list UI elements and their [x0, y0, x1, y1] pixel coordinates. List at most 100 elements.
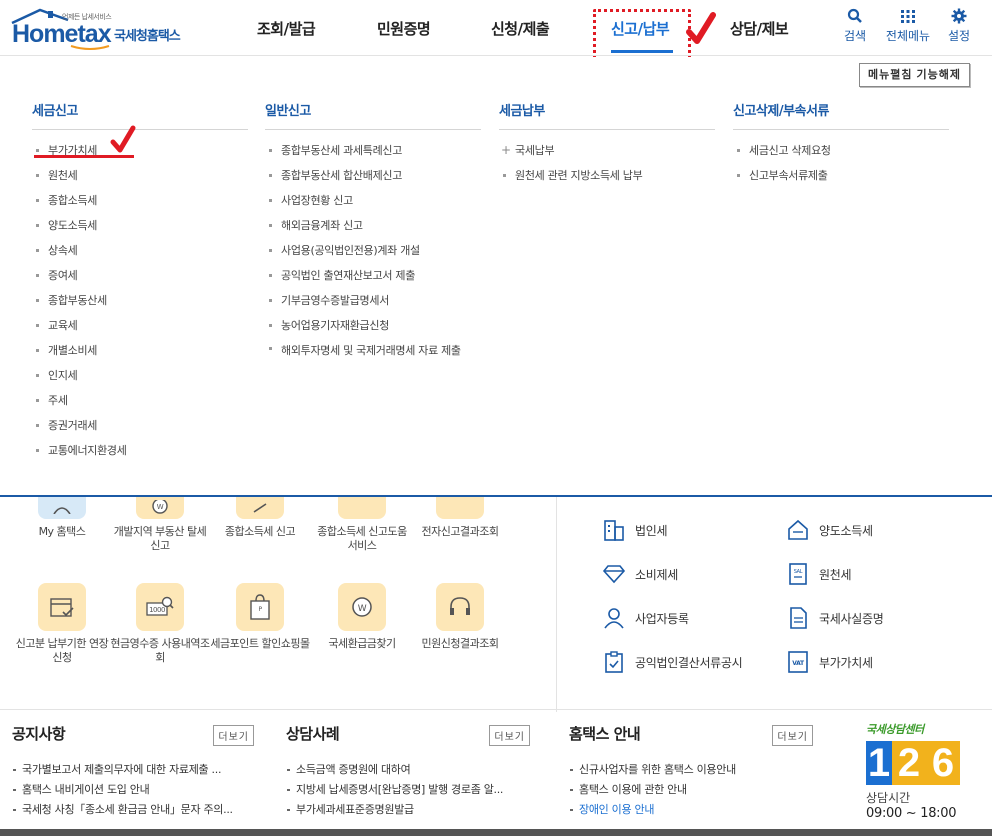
service-dev-area-report[interactable]: W 개발지역 부동산 탈세신고	[110, 497, 210, 553]
tax-corporate[interactable]: 법인세	[601, 517, 668, 543]
menu-item-vat[interactable]: 부가가치세	[32, 138, 248, 163]
house-icon	[785, 517, 811, 543]
board-item[interactable]: 지방세 납세증명서[완납증명] 발행 경로좀 알...	[286, 780, 530, 800]
service-label: 전자신고결과조회	[421, 525, 499, 538]
menu-item[interactable]: 세금신고 삭제요청	[733, 138, 949, 163]
menu-item[interactable]: 상속세	[32, 238, 248, 263]
menu-item[interactable]: 원천세 관련 지방소득세 납부	[499, 163, 715, 188]
active-tab-indicator	[611, 50, 673, 53]
tax-transfer-income[interactable]: 양도소득세	[785, 517, 873, 543]
board-item-accessibility[interactable]: 장애인 이용 안내	[569, 800, 813, 820]
search-label: 검색	[843, 29, 867, 43]
service-my-hometax[interactable]: My 홈택스	[12, 497, 112, 539]
board-item[interactable]: 부가세과세표준증명원발급	[286, 800, 530, 820]
board-item[interactable]: 국가별보고서 제출의무자에 대한 자료제출 ...	[12, 760, 254, 780]
gnb-consult[interactable]: 상담/제보	[730, 18, 789, 39]
divider	[0, 709, 992, 710]
footer-bar	[0, 829, 992, 836]
center-number: 1 2 6	[866, 741, 976, 785]
menu-item[interactable]: 공익법인 출연재산보고서 제출	[265, 263, 481, 288]
service-label: 세금포인트 할인쇼핑몰	[210, 637, 310, 650]
menu-item[interactable]: 국세납부	[499, 138, 715, 163]
logo-agency: 국세청홈택스	[114, 29, 181, 44]
menu-item[interactable]: 종합부동산세 과세특례신고	[265, 138, 481, 163]
board-item[interactable]: 홈택스 이용에 관한 안내	[569, 780, 813, 800]
menu-item[interactable]: 개별소비세	[32, 338, 248, 363]
divider	[556, 497, 557, 712]
gear-icon	[951, 8, 967, 24]
menu-item[interactable]: 교통에너지환경세	[32, 438, 248, 463]
gnb-apply[interactable]: 신청/제출	[491, 18, 550, 39]
menu-item[interactable]: 종합부동산세	[32, 288, 248, 313]
svg-text:W: W	[358, 604, 367, 614]
tax-business-registration[interactable]: 사업자등록	[601, 605, 689, 631]
grid-icon	[901, 10, 915, 23]
service-income-tax-help[interactable]: 종합소득세 신고도움 서비스	[312, 497, 412, 553]
all-menu-button[interactable]: 전체메뉴	[882, 8, 934, 44]
tax-consumption[interactable]: 소비제세	[601, 561, 678, 587]
won-coin-icon: W	[136, 497, 184, 519]
menu-item[interactable]: 해외투자명세 및 국제거래명세 자료 제출	[265, 338, 465, 363]
service-tax-point-mall[interactable]: P 세금포인트 할인쇼핑몰	[210, 583, 310, 651]
service-label: My 홈택스	[38, 525, 86, 538]
clipboard-icon	[601, 649, 627, 675]
menu-item[interactable]: 신고부속서류제출	[733, 163, 949, 188]
search-button[interactable]: 검색	[842, 8, 868, 44]
hometax-logo[interactable]: 언제든 납세서비스 Hometax 국세청홈택스	[10, 8, 200, 50]
menu-item[interactable]: 종합소득세	[32, 188, 248, 213]
menu-item[interactable]: 농어업용기자재환급신청	[265, 313, 481, 338]
menu-item[interactable]: 증권거래세	[32, 413, 248, 438]
more-button[interactable]: 더보기	[213, 725, 254, 746]
board-item[interactable]: 신규사업자를 위한 홈택스 이용안내	[569, 760, 813, 780]
menu-item[interactable]: 사업장현황 신고	[265, 188, 481, 213]
header: 언제든 납세서비스 Hometax 국세청홈택스 조회/발급 민원증명 신청/제…	[0, 0, 992, 65]
menu-item[interactable]: 종합부동산세 합산배제신고	[265, 163, 481, 188]
settings-button[interactable]: 설정	[946, 8, 972, 44]
monitor-icon	[436, 497, 484, 519]
board-item[interactable]: 홈택스 내비게이션 도입 안내	[12, 780, 254, 800]
menu-item[interactable]: 기부금영수증발급명세서	[265, 288, 481, 313]
menu-column-title: 세금신고	[32, 100, 248, 130]
tax-label: 소비제세	[635, 567, 678, 582]
service-label: 종합소득세 신고	[224, 525, 296, 538]
search-icon	[847, 8, 862, 23]
menu-column-general-report: 일반신고 종합부동산세 과세특례신고 종합부동산세 합산배제신고 사업장현황 신…	[265, 100, 481, 363]
receipt-search-icon: 1000	[136, 583, 184, 631]
more-button[interactable]: 더보기	[772, 725, 813, 746]
menu-item[interactable]: 주세	[32, 388, 248, 413]
tax-withholding[interactable]: SAL 원천세	[785, 561, 852, 587]
service-deadline-extension[interactable]: 신고분 납부기한 연장 신청	[12, 583, 112, 665]
hours-label: 상담시간	[866, 791, 911, 805]
menu-item[interactable]: 양도소득세	[32, 213, 248, 238]
refund-coin-icon: W	[338, 583, 386, 631]
gnb-inquiry[interactable]: 조회/발급	[257, 18, 316, 39]
menu-item[interactable]: 증여세	[32, 263, 248, 288]
service-e-report-result[interactable]: 전자신고결과조회	[410, 497, 510, 539]
service-label: 국세환급금찾기	[328, 637, 396, 650]
menu-item[interactable]: 사업용(공익법인전용)계좌 개설	[265, 238, 481, 263]
service-cash-receipt[interactable]: 1000 현금영수증 사용내역조회	[110, 583, 210, 665]
menu-column-title: 세금납부	[499, 100, 715, 130]
person-icon	[601, 605, 627, 631]
tax-label: 부가가치세	[819, 655, 873, 670]
service-civil-result[interactable]: 민원신청결과조회	[410, 583, 510, 651]
service-label: 개발지역 부동산 탈세신고	[113, 525, 207, 552]
service-label: 신고분 납부기한 연장 신청	[15, 637, 109, 664]
menu-item[interactable]: 인지세	[32, 363, 248, 388]
more-button[interactable]: 더보기	[489, 725, 530, 746]
menu-item[interactable]: 교육세	[32, 313, 248, 338]
menu-item[interactable]: 원천세	[32, 163, 248, 188]
menu-item[interactable]: 해외금융계좌 신고	[265, 213, 481, 238]
gnb-civil[interactable]: 민원증명	[377, 18, 431, 39]
board-item[interactable]: 소득금액 증명원에 대하여	[286, 760, 530, 780]
board-item[interactable]: 국세청 사칭「종소세 환급금 안내」문자 주의...	[12, 800, 254, 820]
tax-vat[interactable]: VAT 부가가치세	[785, 649, 873, 675]
tax-fact-certificate[interactable]: 국세사실증명	[785, 605, 884, 631]
annotation-underline	[34, 155, 134, 158]
main-content: My 홈택스 W 개발지역 부동산 탈세신고 종합소득세 신고 종합소득세 신고…	[0, 497, 992, 837]
menu-expand-toggle-button[interactable]: 메뉴펼침 기능해제	[858, 63, 970, 87]
settings-label: 설정	[947, 29, 971, 43]
service-refund-finder[interactable]: W 국세환급금찾기	[312, 583, 412, 651]
tax-public-interest-disclosure[interactable]: 공익법인결산서류공시	[601, 649, 743, 675]
service-income-tax-report[interactable]: 종합소득세 신고	[210, 497, 310, 539]
